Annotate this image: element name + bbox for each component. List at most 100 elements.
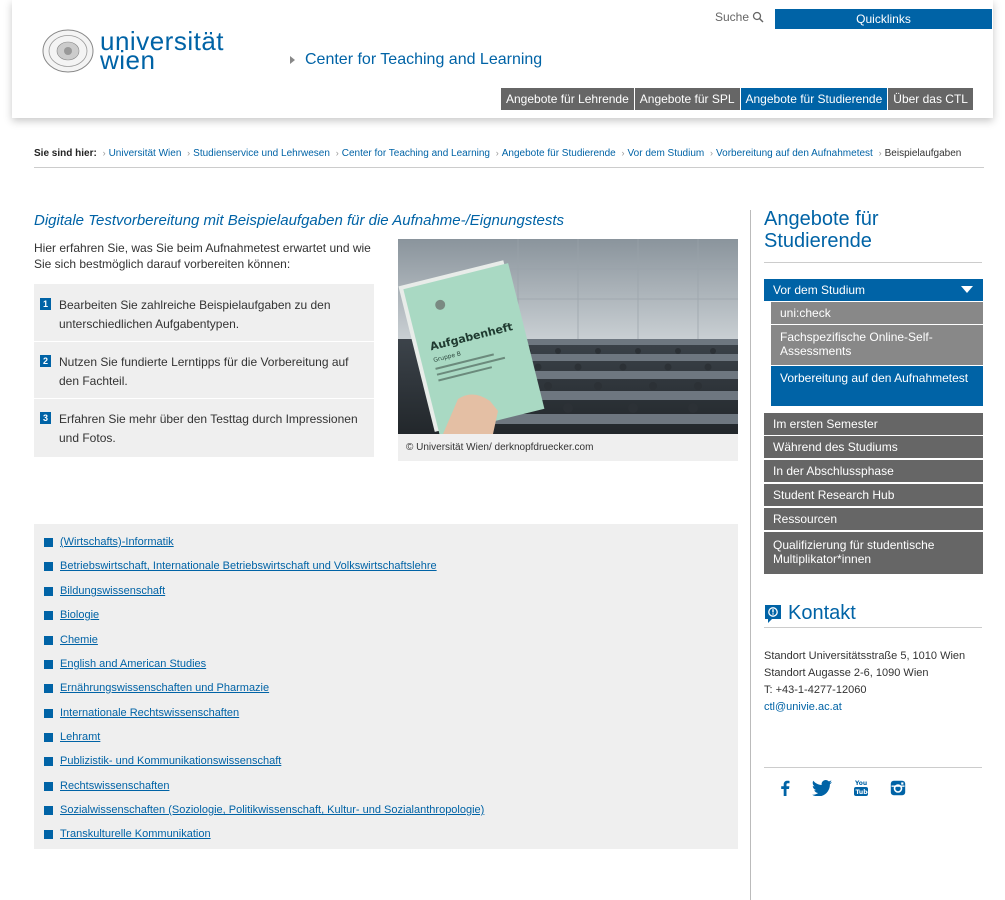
list-item: Ernährungswissenschaften und Pharmazie bbox=[44, 682, 269, 694]
breadcrumb-item[interactable]: Angebote für Studierende bbox=[502, 148, 616, 159]
subject-link[interactable]: Chemie bbox=[60, 634, 98, 646]
list-item: Betriebswirtschaft, Internationale Betri… bbox=[44, 560, 437, 572]
breadcrumb-item[interactable]: Studienservice und Lehrwesen bbox=[193, 148, 330, 159]
search-link[interactable]: Suche bbox=[715, 10, 764, 24]
bullet-square-icon bbox=[44, 683, 53, 693]
subject-link[interactable]: Sozialwissenschaften (Soziologie, Politi… bbox=[60, 804, 484, 816]
contact-phone[interactable]: T: +43-1-4277-12060 bbox=[764, 682, 989, 699]
svg-text:Tube: Tube bbox=[856, 789, 869, 796]
step-text: Erfahren Sie mehr über den Testtag durch… bbox=[59, 412, 358, 445]
breadcrumb: Sie sind hier: › Universität Wien › Studie… bbox=[34, 146, 984, 168]
divider bbox=[34, 341, 374, 342]
subject-link[interactable]: Publizistik- und Kommunikationswissensch… bbox=[60, 755, 281, 767]
steps-box: 1 Bearbeiten Sie zahlreiche Beispielaufg… bbox=[34, 284, 374, 457]
site-header: Suche Quicklinks universität wien Center… bbox=[12, 0, 993, 118]
step-number-badge: 2 bbox=[40, 355, 51, 367]
breadcrumb-item[interactable]: Vorbereitung auf den Aufnahmetest bbox=[716, 148, 873, 159]
breadcrumb-item[interactable]: Universität Wien bbox=[109, 148, 182, 159]
list-item: (Wirtschafts)-Informatik bbox=[44, 536, 174, 548]
sidebar-title: Angebote für Studierende bbox=[764, 208, 879, 252]
breadcrumb-item[interactable]: Vor dem Studium bbox=[628, 148, 705, 159]
nav-item-studierende[interactable]: Angebote für Studierende bbox=[740, 88, 888, 110]
contact-heading: Kontakt bbox=[764, 602, 856, 625]
contact-address-2: Standort Augasse 2-6, 1090 Wien bbox=[764, 667, 929, 679]
breadcrumb-item[interactable]: Center for Teaching and Learning bbox=[342, 148, 490, 159]
divider bbox=[764, 627, 982, 628]
sidebar-item-abschlussphase[interactable]: In der Abschlussphase bbox=[764, 460, 983, 482]
step-text: Bearbeiten Sie zahlreiche Beispielaufgab… bbox=[59, 298, 331, 331]
sidebar-item-research-hub[interactable]: Student Research Hub bbox=[764, 484, 983, 506]
bullet-square-icon bbox=[44, 610, 53, 620]
breadcrumb-sep-icon: › bbox=[621, 148, 625, 158]
sidebar-item-erstes-semester[interactable]: Im ersten Semester bbox=[764, 413, 983, 435]
subject-link[interactable]: Biologie bbox=[60, 609, 99, 621]
bullet-square-icon bbox=[44, 756, 53, 766]
photo-caption: © Universität Wien/ derknopfdruecker.com bbox=[398, 434, 738, 461]
university-logo[interactable]: universität wien bbox=[42, 28, 224, 73]
list-item: Sozialwissenschaften (Soziologie, Politi… bbox=[44, 804, 484, 816]
contact-heading-label: Kontakt bbox=[788, 602, 856, 624]
subject-link[interactable]: Ernährungswissenschaften und Pharmazie bbox=[60, 682, 269, 694]
bullet-square-icon bbox=[44, 829, 53, 839]
contact-email[interactable]: ctl@univie.ac.at bbox=[764, 701, 842, 713]
sidebar-divider bbox=[750, 210, 751, 900]
twitter-icon[interactable] bbox=[812, 779, 832, 796]
subject-link[interactable]: Bildungswissenschaft bbox=[60, 585, 165, 597]
social-links: You Tube bbox=[780, 779, 906, 796]
nav-item-ueber-ctl[interactable]: Über das CTL bbox=[888, 88, 973, 110]
subject-link[interactable]: Internationale Rechtswissenschaften bbox=[60, 707, 239, 719]
sidebar-item-vor-dem-studium[interactable]: Vor dem Studium bbox=[764, 279, 983, 301]
list-item: Bildungswissenschaft bbox=[44, 585, 165, 597]
quicklinks-button[interactable]: Quicklinks bbox=[775, 9, 992, 29]
bullet-square-icon bbox=[44, 561, 53, 571]
subject-link[interactable]: English and American Studies bbox=[60, 658, 206, 670]
list-item: English and American Studies bbox=[44, 658, 206, 670]
list-item: Rechtswissenschaften bbox=[44, 780, 169, 792]
subject-link[interactable]: Transkulturelle Kommunikation bbox=[60, 828, 211, 840]
breadcrumb-sep-icon: › bbox=[187, 148, 191, 158]
subject-link[interactable]: Betriebswirtschaft, Internationale Betri… bbox=[60, 560, 437, 572]
svg-text:You: You bbox=[854, 780, 867, 787]
site-title-label: Center for Teaching and Learning bbox=[305, 51, 543, 68]
sidebar-subitem-unicheck[interactable]: uni:check bbox=[771, 302, 983, 324]
divider bbox=[764, 262, 982, 263]
info-speech-icon bbox=[765, 604, 781, 623]
bullet-square-icon bbox=[44, 781, 53, 791]
sidebar-item-ressourcen[interactable]: Ressourcen bbox=[764, 508, 983, 530]
subject-list: (Wirtschafts)-Informatik Betriebswirtsch… bbox=[34, 524, 738, 849]
step-number-badge: 1 bbox=[40, 298, 51, 310]
search-label: Suche bbox=[715, 10, 750, 24]
facebook-icon[interactable] bbox=[780, 780, 790, 796]
instagram-icon[interactable] bbox=[890, 780, 906, 796]
divider bbox=[764, 767, 982, 768]
list-item: Chemie bbox=[44, 634, 98, 646]
subject-link[interactable]: Rechtswissenschaften bbox=[60, 780, 169, 792]
bullet-square-icon bbox=[44, 586, 53, 596]
bullet-square-icon bbox=[44, 635, 53, 645]
breadcrumb-sep-icon: › bbox=[710, 148, 714, 158]
nav-item-spl[interactable]: Angebote für SPL bbox=[634, 88, 740, 110]
sidebar-item-multiplikatoren[interactable]: Qualifizierung für studentische Multipli… bbox=[764, 532, 983, 574]
breadcrumb-sep-icon: › bbox=[878, 148, 882, 158]
nav-item-lehrende[interactable]: Angebote für Lehrende bbox=[501, 88, 634, 110]
list-item: Biologie bbox=[44, 609, 99, 621]
subject-link[interactable]: Lehramt bbox=[60, 731, 100, 743]
bullet-square-icon bbox=[44, 537, 53, 547]
list-item: Internationale Rechtswissenschaften bbox=[44, 707, 239, 719]
sidebar-subitem-vorbereitung[interactable]: Vorbereitung auf den Aufnahmetest bbox=[771, 366, 983, 406]
breadcrumb-sep-icon: › bbox=[102, 148, 106, 158]
intro-text: Hier erfahren Sie, was Sie beim Aufnahme… bbox=[34, 241, 371, 271]
search-icon bbox=[752, 11, 764, 23]
step-text: Nutzen Sie fundierte Lerntipps für die V… bbox=[59, 355, 349, 388]
exam-hall-illustration: Aufgabenheft Gruppe B bbox=[398, 239, 738, 434]
list-item: Transkulturelle Kommunikation bbox=[44, 828, 211, 840]
site-title[interactable]: Center for Teaching and Learning bbox=[290, 51, 542, 69]
sidebar-item-waehrend-studium[interactable]: Während des Studiums bbox=[764, 436, 983, 458]
university-seal-icon bbox=[42, 29, 94, 73]
breadcrumb-prefix: Sie sind hier: bbox=[34, 148, 97, 159]
subject-link[interactable]: (Wirtschafts)-Informatik bbox=[60, 536, 174, 548]
contact-info: Standort Universitätsstraße 5, 1010 Wien… bbox=[764, 648, 989, 716]
sidebar-subitem-self-assessments[interactable]: Fachspezifische Online-Self-Assessments bbox=[771, 325, 983, 365]
bullet-square-icon bbox=[44, 732, 53, 742]
youtube-icon[interactable]: You Tube bbox=[854, 779, 868, 796]
